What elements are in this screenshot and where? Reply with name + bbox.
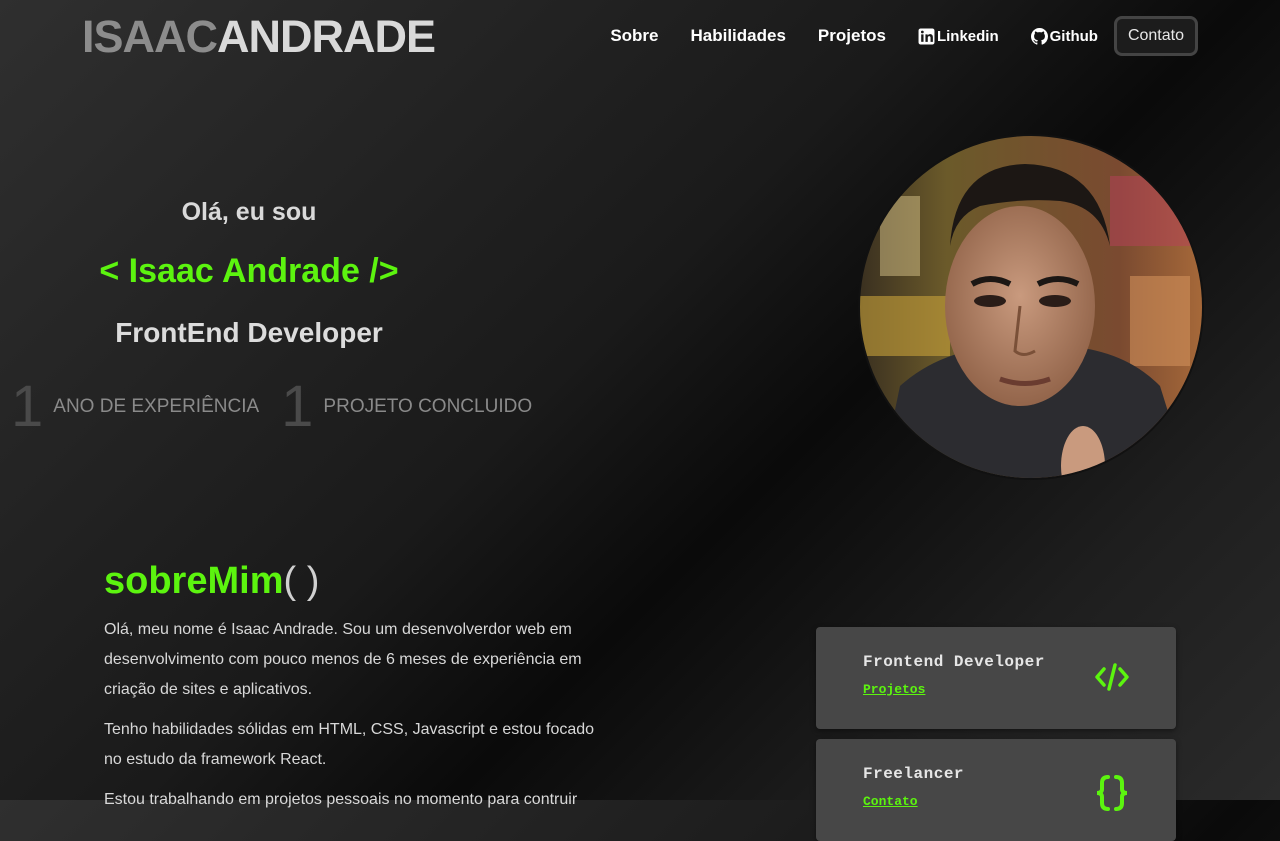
about-title: sobreMim( ): [104, 560, 319, 603]
profile-photo-image: [860, 136, 1202, 478]
stat-label: ANO DE EXPERIÊNCIA: [53, 396, 260, 417]
profile-photo: [858, 134, 1204, 480]
stat-number: 1: [11, 374, 44, 439]
card-link-contato[interactable]: Contato: [863, 794, 918, 809]
nav-habilidades[interactable]: Habilidades: [691, 26, 786, 46]
about-text: Olá, meu nome é Isaac Andrade. Sou um de…: [104, 615, 604, 825]
stat-number: 1: [281, 374, 314, 439]
nav-github[interactable]: Github: [1030, 27, 1098, 45]
stats-row: 1 ANO DE EXPERIÊNCIA 1 PROJETO CONCLUIDO: [11, 378, 554, 436]
about-paragraph: Tenho habilidades sólidas em HTML, CSS, …: [104, 721, 595, 768]
about-paragraph: Olá, meu nome é Isaac Andrade. Sou um de…: [104, 621, 582, 698]
card-title: Freelancer: [863, 765, 965, 783]
site-logo[interactable]: ISAACANDRADE: [82, 8, 436, 66]
stat-experience: 1 ANO DE EXPERIÊNCIA: [11, 378, 259, 436]
card-link-projetos[interactable]: Projetos: [863, 682, 925, 697]
hero-name: < Isaac Andrade />: [99, 252, 399, 290]
nav-github-label: Github: [1049, 27, 1098, 45]
main-nav: Sobre Habilidades Projetos Linkedin Gith…: [610, 11, 1198, 61]
logo-first-name: ISAAC: [82, 11, 218, 62]
github-icon: [1030, 27, 1048, 45]
stat-projects: 1 PROJETO CONCLUIDO: [281, 378, 532, 436]
card-title: Frontend Developer: [863, 653, 1045, 671]
stat-label: PROJETO CONCLUIDO: [323, 396, 533, 417]
code-icon: [1095, 663, 1129, 691]
about-title-fn: sobreMim: [104, 560, 284, 602]
braces-icon: [1096, 775, 1128, 811]
hero-greeting: Olá, eu sou: [181, 198, 317, 226]
nav-projetos[interactable]: Projetos: [818, 26, 886, 46]
linkedin-icon: [918, 28, 935, 44]
nav-linkedin-label: Linkedin: [936, 27, 999, 45]
logo-last-name: ANDRADE: [217, 11, 436, 62]
nav-linkedin[interactable]: Linkedin: [918, 28, 999, 45]
about-title-parens: ( ): [283, 560, 320, 602]
nav-sobre[interactable]: Sobre: [610, 26, 658, 46]
hero-role: FrontEnd Developer: [115, 317, 383, 348]
contato-button[interactable]: Contato: [1113, 16, 1198, 56]
card-freelancer: Freelancer Contato: [816, 739, 1176, 841]
card-frontend: Frontend Developer Projetos: [816, 627, 1176, 729]
about-paragraph: Estou trabalhando em projetos pessoais n…: [104, 791, 578, 808]
